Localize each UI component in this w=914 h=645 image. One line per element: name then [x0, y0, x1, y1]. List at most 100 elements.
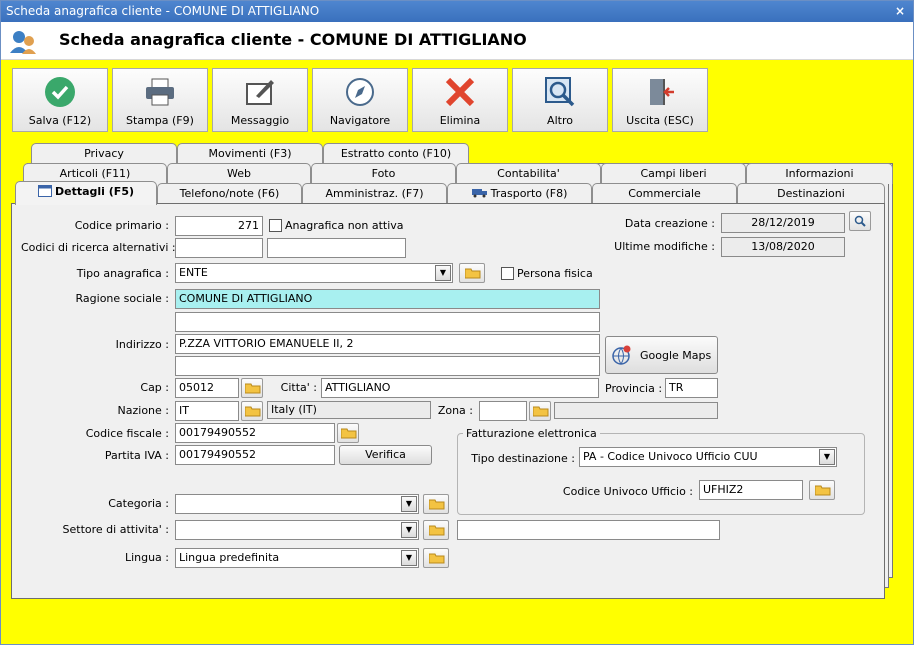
data-creazione-field: 28/12/2019: [721, 213, 845, 233]
provincia-input[interactable]: TR: [665, 378, 718, 398]
window-titlebar: Scheda anagrafica cliente - COMUNE DI AT…: [1, 1, 913, 22]
categoria-select[interactable]: ▼: [175, 494, 419, 514]
tab-commerciale[interactable]: Commerciale: [592, 183, 737, 204]
compass-icon: [346, 78, 374, 106]
ragione-sociale-2-input[interactable]: [175, 312, 600, 332]
fatturazione-group: [457, 433, 865, 515]
tab-contabilita[interactable]: Contabilita': [456, 163, 601, 184]
folder-icon: [465, 268, 481, 279]
magnifier-icon: [854, 215, 866, 227]
citta-label: Citta' :: [280, 381, 317, 394]
save-label: Salva (F12): [28, 114, 92, 127]
tab-movimenti[interactable]: Movimenti (F3): [177, 143, 323, 164]
tab-estratto-conto[interactable]: Estratto conto (F10): [323, 143, 469, 164]
exit-button[interactable]: Uscita (ESC): [612, 68, 708, 132]
fatturazione-legend: Fatturazione elettronica: [463, 427, 600, 440]
other-button[interactable]: Altro: [512, 68, 608, 132]
tab-web[interactable]: Web: [167, 163, 311, 184]
persona-fisica-checkbox[interactable]: [501, 267, 514, 280]
exit-label: Uscita (ESC): [626, 114, 694, 127]
tipo-anagrafica-value: ENTE: [179, 266, 208, 279]
codice-ricerca-1-input[interactable]: [175, 238, 263, 258]
tab-informazioni[interactable]: Informazioni: [746, 163, 893, 184]
codici-ricerca-label: Codici di ricerca alternativi :: [21, 241, 176, 254]
anagrafica-non-attiva-checkbox[interactable]: [269, 219, 282, 232]
zona-folder-button[interactable]: [529, 401, 551, 421]
codice-univoco-input[interactable]: UFHIZ2: [699, 480, 803, 500]
ultime-modifiche-label: Ultime modifiche :: [614, 240, 715, 253]
globe-pin-icon: [612, 345, 631, 365]
chevron-down-icon[interactable]: ▼: [401, 522, 417, 538]
codice-univoco-folder-button[interactable]: [809, 480, 835, 500]
print-button[interactable]: Stampa (F9): [112, 68, 208, 132]
folder-icon: [341, 428, 357, 439]
save-button[interactable]: Salva (F12): [12, 68, 108, 132]
page-title: Scheda anagrafica cliente - COMUNE DI AT…: [59, 30, 527, 49]
tipo-anagrafica-label: Tipo anagrafica :: [76, 267, 169, 280]
lingua-folder-button[interactable]: [423, 548, 449, 568]
tab-destinazioni[interactable]: Destinazioni: [737, 183, 885, 204]
tab-foto[interactable]: Foto: [311, 163, 456, 184]
truck-icon: [471, 189, 487, 198]
cap-folder-button[interactable]: [241, 378, 263, 398]
exit-door-icon: [650, 79, 674, 105]
date-lookup-button[interactable]: [849, 211, 871, 231]
nazione-input[interactable]: IT: [175, 401, 239, 421]
ragione-sociale-input[interactable]: COMUNE DI ATTIGLIANO: [175, 289, 600, 309]
partita-iva-input[interactable]: 00179490552: [175, 445, 335, 465]
chevron-down-icon[interactable]: ▼: [435, 265, 451, 281]
delete-button[interactable]: Elimina: [412, 68, 508, 132]
codice-primario-input[interactable]: 271: [175, 216, 263, 236]
close-icon[interactable]: ×: [893, 4, 907, 18]
citta-input[interactable]: ATTIGLIANO: [321, 378, 599, 398]
nazione-folder-button[interactable]: [241, 401, 263, 421]
ragione-sociale-label: Ragione sociale :: [75, 292, 169, 305]
lingua-select[interactable]: Lingua predefinita ▼: [175, 548, 419, 568]
codice-fiscale-folder-button[interactable]: [337, 423, 359, 443]
codice-fiscale-input[interactable]: 00179490552: [175, 423, 335, 443]
tab-amministraz[interactable]: Amministraz. (F7): [302, 183, 447, 204]
indirizzo-2-input[interactable]: [175, 356, 600, 376]
tab-dettagli[interactable]: Dettagli (F5): [15, 181, 157, 205]
indirizzo-input[interactable]: P.ZZA VITTORIO EMANUELE II, 2: [175, 334, 600, 354]
provincia-label: Provincia :: [605, 382, 663, 395]
categoria-folder-button[interactable]: [423, 494, 449, 514]
navigator-label: Navigatore: [329, 114, 391, 127]
chevron-down-icon[interactable]: ▼: [401, 496, 417, 512]
chevron-down-icon[interactable]: ▼: [819, 449, 835, 465]
printer-icon: [146, 78, 174, 106]
settore-description-input[interactable]: [457, 520, 720, 540]
tipo-destinazione-select[interactable]: PA - Codice Univoco Ufficio CUU ▼: [579, 447, 837, 467]
folder-icon: [533, 406, 549, 417]
zona-description: [554, 402, 718, 419]
indirizzo-label: Indirizzo :: [115, 338, 169, 351]
nazione-label: Nazione :: [117, 404, 169, 417]
client-icon: [10, 31, 36, 54]
zona-label: Zona :: [437, 404, 473, 417]
tab-telefono-note[interactable]: Telefono/note (F6): [157, 183, 302, 204]
verifica-button[interactable]: Verifica: [339, 445, 432, 465]
anagrafica-non-attiva-label: Anagrafica non attiva: [285, 219, 404, 232]
settore-select[interactable]: ▼: [175, 520, 419, 540]
tipo-anagrafica-select[interactable]: ENTE ▼: [175, 263, 453, 283]
folder-icon: [429, 525, 445, 536]
tab-campi-liberi[interactable]: Campi liberi: [601, 163, 746, 184]
message-button[interactable]: Messaggio: [212, 68, 308, 132]
window-title: Scheda anagrafica cliente - COMUNE DI AT…: [6, 4, 320, 18]
codice-ricerca-2-input[interactable]: [267, 238, 406, 258]
categoria-label: Categoria :: [108, 497, 169, 510]
settore-folder-button[interactable]: [423, 520, 449, 540]
tab-privacy[interactable]: Privacy: [31, 143, 177, 164]
lingua-label: Lingua :: [124, 551, 169, 564]
tipo-destinazione-value: PA - Codice Univoco Ufficio CUU: [583, 450, 758, 463]
cap-input[interactable]: 05012: [175, 378, 239, 398]
tipo-anagrafica-folder-button[interactable]: [459, 263, 485, 283]
google-maps-button[interactable]: Google Maps: [605, 336, 718, 374]
navigator-button[interactable]: Navigatore: [312, 68, 408, 132]
tab-trasporto[interactable]: Trasporto (F8): [447, 183, 592, 204]
zona-input[interactable]: [479, 401, 527, 421]
delete-label: Elimina: [439, 114, 481, 127]
other-label: Altro: [547, 114, 573, 127]
chevron-down-icon[interactable]: ▼: [401, 550, 417, 566]
tab-trasporto-label: Trasporto (F8): [490, 187, 568, 200]
